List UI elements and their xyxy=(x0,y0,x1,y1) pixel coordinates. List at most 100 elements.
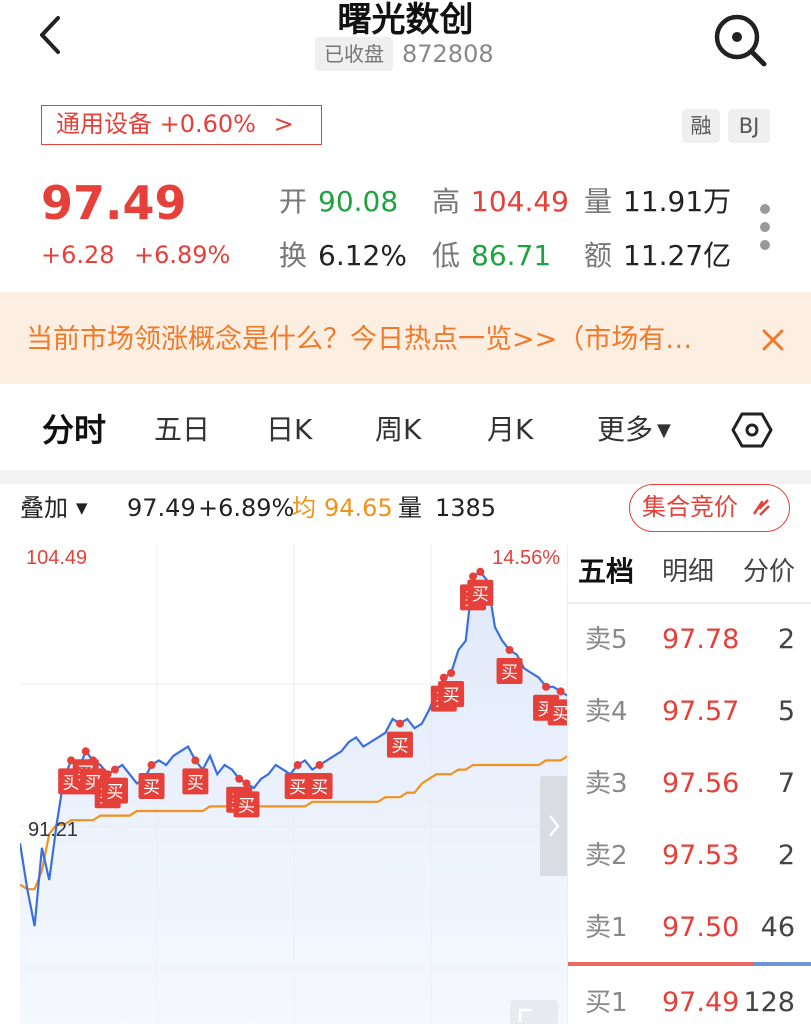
tab-five-day[interactable]: 五日 xyxy=(154,408,210,452)
turnover-label: 换 xyxy=(279,239,308,272)
orderbook-separator xyxy=(568,602,811,604)
buy-marker-label: 买 xyxy=(143,778,160,798)
buy-marker-label: 买 xyxy=(501,663,518,683)
buy-marker-label: 买 xyxy=(289,778,306,798)
orderbook-row-price: 97.49 xyxy=(662,987,740,1018)
chart-settings-button[interactable] xyxy=(730,410,774,450)
chart-high-label: 104.49 xyxy=(26,547,87,569)
lightning-icon xyxy=(752,499,770,516)
overlay-price: 97.49 xyxy=(127,494,196,522)
buy-marker-dot xyxy=(110,765,119,774)
tab-price-distribution[interactable]: 分价 xyxy=(743,552,795,592)
avg-value: 94.65 xyxy=(324,494,393,522)
panel-divider xyxy=(567,544,568,1024)
more-menu-button[interactable] xyxy=(756,200,774,256)
orderbook-row-volume: 5 xyxy=(777,696,795,727)
low-value: 86.71 xyxy=(471,239,552,272)
overlay-label: 叠加 xyxy=(20,494,68,522)
orderbook-row-volume: 2 xyxy=(777,840,795,871)
avg-label: 均 xyxy=(292,494,316,522)
buy-marker-dot xyxy=(395,719,404,728)
buy-marker-dot xyxy=(293,761,302,769)
orderbook-row-price: 97.56 xyxy=(662,768,740,799)
buy-marker-dot xyxy=(556,687,565,696)
margin-tag: 融 xyxy=(682,109,720,143)
banner-close-button[interactable] xyxy=(758,322,788,358)
expand-panel-button[interactable] xyxy=(540,776,568,876)
buy-marker-dot xyxy=(242,779,251,788)
current-price: 97.49 xyxy=(41,176,187,230)
sector-link[interactable]: 通用设备 +0.60% > xyxy=(41,105,322,145)
chart-ref-label: 91.21 xyxy=(28,819,78,841)
orderbook-row-label: 卖2 xyxy=(585,841,628,871)
orderbook-row-price: 97.57 xyxy=(662,696,740,727)
tab-daily-k[interactable]: 日K xyxy=(266,408,312,452)
buy-marker-label: 买 xyxy=(472,585,489,605)
stock-code: 872808 xyxy=(402,40,494,68)
orderbook-row-label: 卖3 xyxy=(585,769,628,799)
amount-value: 11.27亿 xyxy=(623,239,732,272)
buy-marker-label: 买 xyxy=(238,796,255,816)
call-auction-button[interactable]: 集合竞价 xyxy=(629,484,790,532)
buy-marker-dot xyxy=(81,747,90,756)
tab-weekly-k[interactable]: 周K xyxy=(375,408,421,452)
volume-value: 11.91万 xyxy=(623,185,732,218)
intraday-chart[interactable]: 买买买买买买买买买买买买买买买买买买买 104.49 14.56% 91.21 xyxy=(20,544,568,1024)
bid-ask-ratio-bar-bid xyxy=(754,962,811,966)
high-value: 104.49 xyxy=(471,185,569,218)
promo-banner-text[interactable]: 当前市场领涨概念是什么？今日热点一览>>（市场有… xyxy=(26,318,692,362)
call-auction-label: 集合竞价 xyxy=(642,493,738,521)
settings-icon xyxy=(731,412,773,448)
buy-marker-label: 买 xyxy=(552,704,568,724)
bid-ask-ratio-bar-ask xyxy=(568,962,754,966)
orderbook-row-label: 卖4 xyxy=(585,697,628,727)
volume-label: 量 xyxy=(584,185,613,218)
buy-marker-dot xyxy=(447,669,456,677)
tab-order-book[interactable]: 五档 xyxy=(578,552,634,592)
orderbook-row-volume: 7 xyxy=(777,768,795,799)
tab-more[interactable]: 更多 ▼ xyxy=(597,408,671,453)
buy-marker-label: 买 xyxy=(391,737,408,757)
tab-trade-detail[interactable]: 明细 xyxy=(662,552,714,592)
price-change-pct: +6.89% xyxy=(134,241,231,269)
close-icon xyxy=(762,329,784,351)
overlay-vol-label: 量 xyxy=(398,494,422,522)
buy-marker-dot xyxy=(505,646,514,654)
orderbook-row-volume: 46 xyxy=(760,912,795,943)
orderbook-row-label: 卖1 xyxy=(585,913,628,943)
amount-label: 额 xyxy=(584,239,613,272)
buy-marker-dot xyxy=(103,770,112,779)
turnover-value: 6.12% xyxy=(318,239,407,272)
buy-marker-dot xyxy=(191,756,200,765)
section-separator xyxy=(0,470,811,484)
exchange-tag: BJ xyxy=(728,109,770,143)
buy-marker-dot xyxy=(147,761,156,769)
buy-marker-label: 买 xyxy=(311,778,328,798)
chevron-right-icon: > xyxy=(273,110,294,138)
tab-intraday[interactable]: 分时 xyxy=(42,408,106,452)
caret-down-icon: ▼ xyxy=(657,420,671,441)
buy-marker-dot xyxy=(439,673,448,682)
tab-more-label: 更多 xyxy=(597,413,654,446)
price-change: +6.28 xyxy=(41,241,115,269)
fullscreen-button[interactable] xyxy=(510,1000,558,1024)
overlay-dropdown[interactable]: 叠加 ▼ xyxy=(20,490,88,526)
open-label: 开 xyxy=(279,185,308,218)
orderbook-row-label: 卖5 xyxy=(585,625,628,655)
orderbook-row-price: 97.50 xyxy=(662,912,740,943)
orderbook-row-volume: 128 xyxy=(743,987,795,1018)
search-button[interactable] xyxy=(712,10,770,68)
search-icon xyxy=(714,14,767,67)
buy-marker-dot xyxy=(542,682,551,691)
orderbook-row-price: 97.78 xyxy=(662,624,740,655)
buy-marker-dot xyxy=(476,567,485,576)
buy-marker-dot xyxy=(469,572,478,581)
buy-marker-dot xyxy=(315,761,324,769)
orderbook-row-volume: 2 xyxy=(777,624,795,655)
buy-marker-label: 买 xyxy=(106,783,123,803)
tab-monthly-k[interactable]: 月K xyxy=(487,408,533,452)
caret-down-icon: ▼ xyxy=(76,499,88,517)
overlay-pct: +6.89% xyxy=(198,494,295,522)
buy-marker-label: 买 xyxy=(443,686,460,706)
market-status-badge: 已收盘 xyxy=(315,37,393,71)
